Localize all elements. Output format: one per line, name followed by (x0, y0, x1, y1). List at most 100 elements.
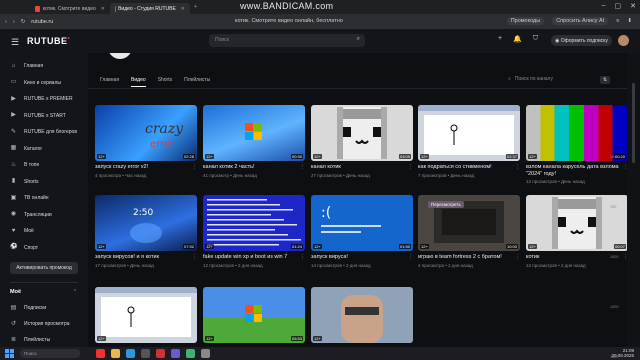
video-title[interactable]: как подраться со стикменом! (418, 164, 520, 171)
tab-2[interactable]: Shorts (158, 77, 172, 87)
video-card[interactable]: 12+ 01:24 fake update win xp и boot из win… (203, 195, 305, 268)
minimize-icon[interactable]: – (602, 2, 606, 10)
video-thumbnail[interactable]: crazy error 12+ 02:28 (95, 105, 197, 161)
sidebar-item-8[interactable]: ▣ ТВ онлайн (10, 194, 49, 202)
browser-tab[interactable]: котик. Смотрите видео ✕ (30, 3, 110, 14)
channel-avatar[interactable] (108, 53, 132, 59)
store-icon[interactable] (141, 349, 150, 358)
video-card[interactable]: 12+ 05:53 (203, 287, 305, 343)
video-thumbnail[interactable]: :(12+ 01:50 (311, 195, 413, 251)
sidebar-item-0[interactable]: ⌂ Главная (10, 62, 43, 70)
search-icon[interactable]: ⌕ (357, 36, 360, 43)
video-thumbnail[interactable]: 12+ 00:07 (526, 195, 628, 251)
forward-icon[interactable]: › (13, 19, 15, 25)
edge-icon[interactable] (126, 349, 135, 358)
scrollbar[interactable] (627, 53, 640, 347)
shield-icon[interactable]: ⛉ (533, 35, 538, 43)
sidebar-item-5[interactable]: ▦ Каталог (10, 145, 43, 153)
sort-icon[interactable]: ⇅ (600, 76, 610, 84)
video-thumbnail[interactable]: 12+ 05:53 (203, 287, 305, 343)
video-thumbnail[interactable]: 12+ 03:09 (311, 105, 413, 161)
url-field[interactable]: rutube.ru (31, 19, 53, 25)
tab-0[interactable]: Главная (100, 77, 119, 87)
video-card[interactable]: 12+ 03:09 канал котик 27 просмотров • День … (311, 105, 413, 178)
sidebar-item-3[interactable]: ▶ RUTUBE x START (10, 112, 66, 120)
video-thumbnail[interactable]: 12+ 02:37 (418, 105, 520, 161)
tab-1[interactable]: Видео (131, 77, 146, 87)
windows-start-icon[interactable] (5, 349, 14, 358)
video-thumbnail[interactable]: 2:50 12+ 07:52 (95, 195, 197, 251)
more-options-icon[interactable]: ⋮ (515, 164, 520, 170)
video-card[interactable]: crazy error 12+ 02:28 запуск crazy error v2!… (95, 105, 197, 178)
sidebar-item-11[interactable]: ⚽ Спорт (10, 244, 38, 252)
video-title[interactable]: запуск вируса! (311, 254, 413, 261)
chevron-up-icon[interactable]: ⌃ (73, 289, 77, 295)
sidebar-item-9[interactable]: ◉ Трансляции (10, 211, 52, 219)
more-options-icon[interactable]: ⋮ (515, 254, 520, 260)
sidebar-item-1[interactable]: ▭ Кино и сериалы (10, 79, 61, 87)
menu-icon[interactable]: ≡ (616, 18, 619, 24)
taskbar-search[interactable]: Поиск (20, 349, 80, 358)
download-icon[interactable]: ⬇ (627, 18, 632, 24)
more-options-icon[interactable]: ⋮ (192, 164, 197, 170)
video-thumbnail[interactable]: 12+ 01:24 (203, 195, 305, 251)
promo-button[interactable]: Промокоды (506, 17, 545, 25)
video-thumbnail[interactable]: 12+ 10:00 Пересмотреть (418, 195, 520, 251)
video-card[interactable]: 12+ 00:20 взлом канала карусель дата взлом… (526, 105, 628, 184)
video-card[interactable]: 12+ (311, 287, 413, 343)
app-icon[interactable] (186, 349, 195, 358)
tab-3[interactable]: Плейлисты (184, 77, 210, 87)
video-thumbnail[interactable]: 12+ 00:30 (203, 105, 305, 161)
video-card[interactable]: 12+ (95, 287, 197, 343)
bandicam-icon[interactable] (156, 349, 165, 358)
add-icon[interactable]: + (498, 35, 502, 43)
maximize-icon[interactable]: ▢ (615, 2, 622, 10)
scroll-thumb[interactable] (632, 83, 635, 163)
sidebar-item-6[interactable]: ♨ В топе (10, 161, 39, 169)
search-input[interactable]: Поиск ⌕ (209, 34, 365, 47)
video-card[interactable]: 12+ 00:30 канал котик 2 часть! 41 просмотр … (203, 105, 305, 178)
video-title[interactable]: канал котик 2 часть! (203, 164, 305, 171)
video-title[interactable]: взлом канала карусель дата взлома "2024"… (526, 164, 628, 177)
sidebar-my-item-0[interactable]: ▤ Подписки (10, 304, 47, 312)
browser-tab-active[interactable]: Видео - Студия RUTUBE ✕ (110, 3, 190, 14)
new-tab-icon[interactable]: + (194, 4, 197, 10)
more-options-icon[interactable]: ⋮ (408, 254, 413, 260)
back-icon[interactable]: ‹ (5, 19, 7, 25)
video-thumbnail[interactable]: 12+ (311, 287, 413, 343)
video-title[interactable]: запуск вирусов! и я котик (95, 254, 197, 261)
file-explorer-icon[interactable] (111, 349, 120, 358)
sidebar-item-4[interactable]: ✎ RUTUBE для блогеров (10, 128, 77, 136)
video-card[interactable]: :(12+ 01:50 запуск вируса! 14 просмотров • … (311, 195, 413, 268)
sidebar-item-10[interactable]: ♥ Моё (10, 227, 34, 235)
sidebar-my-item-1[interactable]: ↺ История просмотра (10, 320, 70, 328)
video-card[interactable]: 12+ 10:00 Пересмотреть играю в team fortres… (418, 195, 520, 268)
hamburger-menu-icon[interactable]: ☰ (11, 37, 19, 48)
video-title[interactable]: fake update win xp и boot из win 7 (203, 254, 305, 261)
yandex-browser-icon[interactable] (96, 349, 105, 358)
app-icon[interactable] (171, 349, 180, 358)
subscribe-button[interactable]: ◉ Оформить подписку (551, 35, 612, 46)
reload-icon[interactable]: ↻ (21, 19, 26, 25)
video-title[interactable]: играю в team fortress 2 с братом! (418, 254, 520, 261)
close-tab-icon[interactable]: ✕ (181, 6, 185, 12)
activate-promo-button[interactable]: Активировать промокод (10, 262, 78, 274)
video-card[interactable]: 2:50 12+ 07:52 запуск вирусов! и я котик 17 … (95, 195, 197, 268)
close-tab-icon[interactable]: ✕ (101, 6, 105, 12)
more-options-icon[interactable]: ⋮ (408, 164, 413, 170)
rutube-logo[interactable]: RUTUBE• (27, 36, 70, 46)
video-title[interactable]: запуск crazy error v2! (95, 164, 197, 171)
bell-icon[interactable]: 🔔 (513, 35, 522, 43)
more-options-icon[interactable]: ⋮ (300, 164, 305, 170)
video-card[interactable]: 12+ 02:37 как подраться со стикменом! 7 про… (418, 105, 520, 178)
sidebar-item-7[interactable]: ▮ Shorts (10, 178, 39, 186)
video-thumbnail[interactable]: 12+ (95, 287, 197, 343)
sidebar-item-2[interactable]: ▶ RUTUBE x PREMIER (10, 95, 72, 103)
sidebar-my-item-2[interactable]: ≣ Плейлисты (10, 336, 50, 344)
video-thumbnail[interactable]: 12+ 00:20 (526, 105, 628, 161)
app-icon[interactable] (201, 349, 210, 358)
avatar[interactable] (618, 35, 629, 46)
more-options-icon[interactable]: ⋮ (192, 254, 197, 260)
channel-search[interactable]: ⌕ Поиск по каналу (508, 76, 553, 82)
video-title[interactable]: канал котик (311, 164, 413, 171)
